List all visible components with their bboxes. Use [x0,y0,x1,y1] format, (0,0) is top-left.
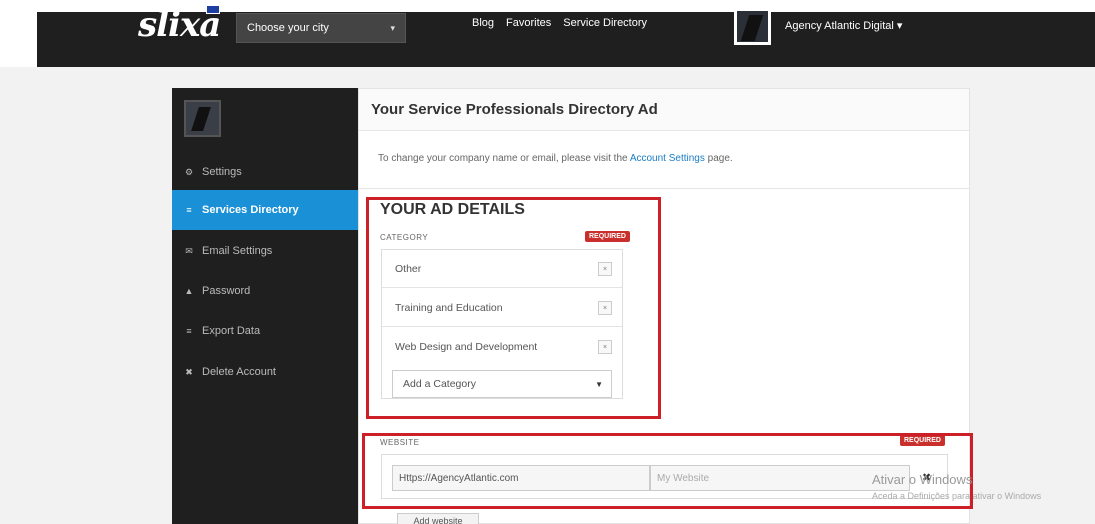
notice-text: To change your company name or email, pl… [378,153,630,164]
nav-links: Blog Favorites Service Directory [472,17,647,29]
gear-icon: ⚙ [184,166,194,177]
lock-icon: ▲ [184,286,194,296]
sidebar-item-services-directory[interactable]: ≡ Services Directory [172,190,358,230]
list-icon: ≡ [186,205,192,215]
nav-link-service-directory[interactable]: Service Directory [563,17,647,29]
city-select-value: Choose your city [247,22,329,34]
sidebar-item-email-settings[interactable]: ✉ Email Settings [172,231,358,271]
sidebar-item-settings[interactable]: ⚙ Settings [172,152,358,192]
sidebar-item-export-data[interactable]: ≡ Export Data [172,311,358,351]
envelope-icon: ✉ [185,245,193,256]
account-notice: To change your company name or email, pl… [359,131,969,189]
highlight-ad-details [366,197,661,419]
account-settings-link[interactable]: Account Settings [630,153,705,164]
sidebar-avatar [184,100,221,137]
sidebar-item-delete-account[interactable]: ✖ Delete Account [172,352,358,392]
close-icon: ✖ [185,366,193,377]
sidebar-item-label: Services Directory [202,204,299,216]
sidebar-item-label: Settings [202,166,242,178]
avatar-image [737,11,768,42]
page-title: Your Service Professionals Directory Ad [359,89,969,131]
city-select[interactable]: Choose your city ▾ [236,13,406,43]
add-website-button[interactable]: Add website [397,513,479,524]
windows-activation-title: Ativar o Windows [872,472,973,487]
sidebar-item-label: Export Data [202,325,261,337]
nav-link-favorites[interactable]: Favorites [506,17,551,29]
windows-activation-hint: Aceda a Definições para ativar o Windows [872,491,1042,501]
notice-text-suffix: page. [704,153,733,164]
sidebar-item-label: Password [202,285,251,297]
chevron-down-icon: ▾ [390,22,395,33]
australia-flag-icon [206,5,220,14]
sidebar-item-password[interactable]: ▲ Password [172,271,358,311]
sidebar-item-label: Delete Account [202,366,276,378]
nav-link-blog[interactable]: Blog [472,17,494,29]
sidebar: ⚙ Settings ≡ Services Directory ✉ Email … [172,88,358,524]
database-icon: ≡ [186,326,192,336]
sidebar-item-label: Email Settings [202,245,273,257]
avatar[interactable] [734,8,771,45]
account-menu[interactable]: Agency Atlantic Digital ▾ [785,19,902,32]
